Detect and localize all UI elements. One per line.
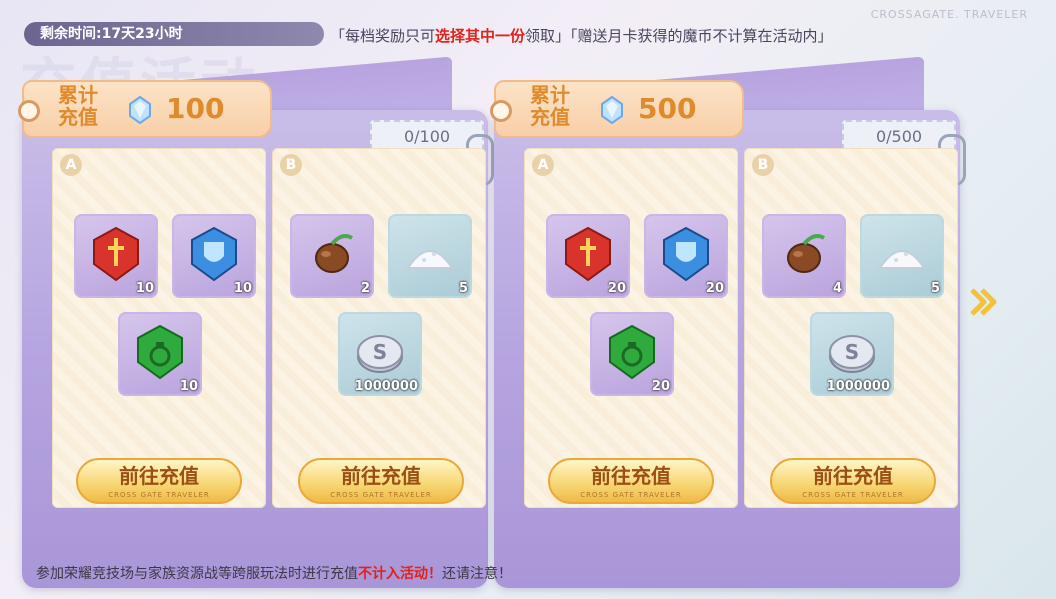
diamond-gem-icon xyxy=(129,95,151,125)
reward-item[interactable]: 20 xyxy=(590,312,674,396)
reward-panel-a[interactable]: A 20 20 20 xyxy=(524,148,738,508)
go-recharge-button[interactable]: 前往充值 CROSS GATE TRAVELER xyxy=(298,458,464,504)
reward-item[interactable]: 10 xyxy=(74,214,158,298)
label-text: 累计 充值 xyxy=(58,83,98,129)
item-quantity: 20 xyxy=(705,281,724,296)
button-subtitle: CROSS GATE TRAVELER xyxy=(330,491,432,499)
reward-item[interactable]: 5 xyxy=(860,214,944,298)
reward-item[interactable]: 5 xyxy=(388,214,472,298)
reward-item[interactable]: S 1000000 xyxy=(338,312,422,396)
button-label: 前往充值 xyxy=(341,464,421,488)
item-quantity: 20 xyxy=(607,281,626,296)
panel-letter-b: B xyxy=(752,154,774,176)
reward-card-tier-1: 0/100 累计 充值 100 A 10 10 10 B 2 5 S 10000… xyxy=(18,56,494,588)
seed-icon xyxy=(787,234,826,273)
tier-amount: 500 xyxy=(638,92,697,125)
item-quantity: 10 xyxy=(179,379,198,394)
watermark: CROSSAGATE. TRAVELER xyxy=(870,8,1028,21)
item-quantity: 4 xyxy=(832,281,842,296)
button-label: 前往充值 xyxy=(591,464,671,488)
item-quantity: 1000000 xyxy=(354,379,418,394)
item-quantity: 5 xyxy=(458,281,468,296)
bottom-warning-note: 参加荣耀竞技场与家族资源战等跨服玩法时进行充值不计入活动！还请注意！ xyxy=(36,563,512,583)
item-quantity: 10 xyxy=(233,281,252,296)
go-recharge-button[interactable]: 前往充值 CROSS GATE TRAVELER xyxy=(76,458,242,504)
reward-item[interactable]: 4 xyxy=(762,214,846,298)
diamond-gem-icon xyxy=(601,95,623,125)
notice-highlight: 选择其中一份 xyxy=(435,27,526,45)
panel-letter-b: B xyxy=(280,154,302,176)
tier-amount: 100 xyxy=(166,92,225,125)
item-quantity: 5 xyxy=(930,281,940,296)
reward-panel-a[interactable]: A 10 10 10 xyxy=(52,148,266,508)
note-part1: 参加荣耀竞技场与家族资源战等跨服玩法时进行充值 xyxy=(36,566,358,582)
cumulative-recharge-label: 累计 充值 xyxy=(50,84,106,128)
button-subtitle: CROSS GATE TRAVELER xyxy=(580,491,682,499)
green-potion-crystal-icon xyxy=(609,324,655,380)
green-potion-crystal-icon xyxy=(137,324,183,380)
tier-header-tag: 累计 充值 100 xyxy=(18,80,272,138)
seed-icon xyxy=(315,234,354,273)
svg-text:S: S xyxy=(845,340,859,364)
salt-pile-icon xyxy=(878,250,926,269)
reward-panel-b[interactable]: B 2 5 S 1000000 xyxy=(272,148,486,508)
svg-text:S: S xyxy=(373,340,387,364)
button-subtitle: CROSS GATE TRAVELER xyxy=(108,491,210,499)
tag-ring-icon xyxy=(18,100,40,122)
silver-coin-icon: S xyxy=(829,335,875,373)
reward-item[interactable]: S 1000000 xyxy=(810,312,894,396)
tag-ring-icon xyxy=(490,100,512,122)
reward-card-tier-2: 0/500 累计 充值 500 A 20 20 20 B 4 5 S 10000… xyxy=(490,56,966,588)
reward-item[interactable]: 20 xyxy=(644,214,728,298)
button-subtitle: CROSS GATE TRAVELER xyxy=(802,491,904,499)
reward-item[interactable]: 20 xyxy=(546,214,630,298)
item-quantity: 10 xyxy=(135,281,154,296)
go-recharge-button[interactable]: 前往充值 CROSS GATE TRAVELER xyxy=(548,458,714,504)
cumulative-recharge-label: 累计 充值 xyxy=(522,84,578,128)
timer-badge: 剩余时间:17天23小时 xyxy=(24,22,324,46)
blue-shield-crystal-icon xyxy=(663,226,709,282)
reward-item[interactable]: 10 xyxy=(172,214,256,298)
reward-item[interactable]: 10 xyxy=(118,312,202,396)
note-highlight: 不计入活动！ xyxy=(358,566,442,582)
tier-header-tag: 累计 充值 500 xyxy=(490,80,744,138)
go-recharge-button[interactable]: 前往充值 CROSS GATE TRAVELER xyxy=(770,458,936,504)
red-sword-crystal-icon xyxy=(565,226,611,282)
button-label: 前往充值 xyxy=(119,464,199,488)
label-text: 累计 充值 xyxy=(530,83,570,129)
item-quantity: 20 xyxy=(651,379,670,394)
item-quantity: 2 xyxy=(360,281,370,296)
salt-pile-icon xyxy=(406,250,454,269)
next-page-arrow-icon[interactable] xyxy=(966,284,1002,320)
event-notice: 「每档奖励只可选择其中一份领取」「赠送月卡获得的魔币不计算在活动内」 xyxy=(330,25,833,46)
blue-shield-crystal-icon xyxy=(191,226,237,282)
note-part2: 还请注意！ xyxy=(442,566,512,582)
reward-item[interactable]: 2 xyxy=(290,214,374,298)
red-sword-crystal-icon xyxy=(93,226,139,282)
silver-coin-icon: S xyxy=(357,335,403,373)
notice-part2: 领取」「赠送月卡获得的魔币不计算在活动内」 xyxy=(525,27,833,45)
panel-letter-a: A xyxy=(60,154,82,176)
notice-part1: 「每档奖励只可 xyxy=(330,27,436,45)
panel-letter-a: A xyxy=(532,154,554,176)
item-quantity: 1000000 xyxy=(826,379,890,394)
reward-panel-b[interactable]: B 4 5 S 1000000 xyxy=(744,148,958,508)
button-label: 前往充值 xyxy=(813,464,893,488)
